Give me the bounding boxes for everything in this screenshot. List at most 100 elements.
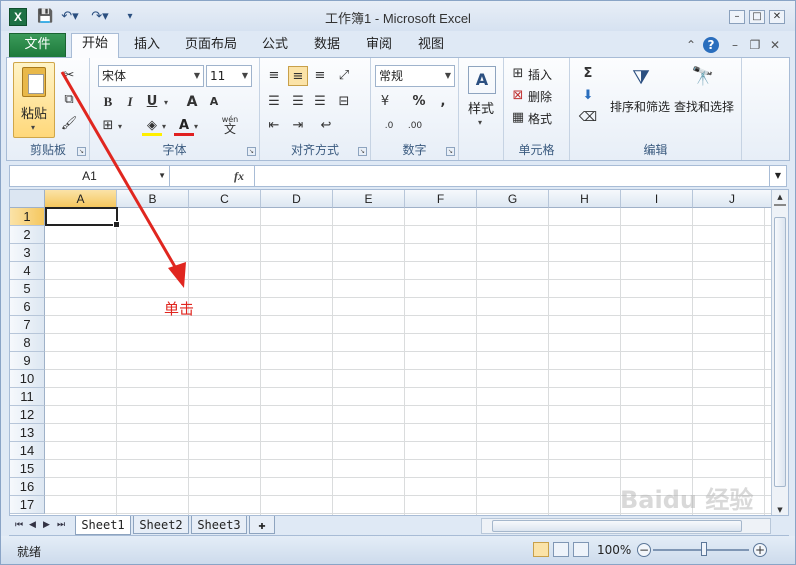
format-cells-icon[interactable]: ▦ — [508, 108, 528, 128]
decrease-decimal-button[interactable]: .00 — [403, 116, 427, 136]
column-header-b[interactable]: B — [117, 190, 189, 208]
clear-icon[interactable]: ⌫ — [578, 108, 598, 128]
active-cell-a1[interactable] — [45, 207, 120, 228]
tab-review[interactable]: 审阅 — [359, 35, 399, 57]
row-header-13[interactable]: 13 — [10, 424, 45, 442]
tab-data[interactable]: 数据 — [307, 35, 347, 57]
row-header-3[interactable]: 3 — [10, 244, 45, 262]
close-button[interactable]: ✕ — [769, 10, 785, 24]
underline-button[interactable]: U — [142, 92, 162, 112]
prev-sheet-icon[interactable]: ◀ — [29, 520, 36, 530]
horizontal-scrollbar[interactable] — [481, 518, 771, 534]
align-right-icon[interactable]: ☰ — [310, 92, 330, 112]
bold-button[interactable]: B — [98, 92, 118, 112]
delete-cells-button[interactable]: 删除 — [528, 88, 552, 105]
workbook-restore-icon[interactable]: ❐ — [747, 37, 763, 53]
currency-icon[interactable]: ¥ — [375, 92, 395, 112]
font-color-dropdown-icon[interactable]: ▾ — [194, 122, 198, 131]
paste-button[interactable]: 粘贴 ▾ — [13, 62, 55, 138]
help-icon[interactable]: ? — [703, 37, 719, 53]
column-header-i[interactable]: I — [621, 190, 693, 208]
insert-function-button[interactable]: fx — [228, 166, 250, 186]
insert-sheet-icon[interactable]: ✚ — [249, 516, 275, 534]
row-header-8[interactable]: 8 — [10, 334, 45, 352]
select-all-button[interactable] — [10, 190, 45, 208]
column-header-c[interactable]: C — [189, 190, 261, 208]
zoom-level[interactable]: 100% — [597, 543, 631, 557]
italic-button[interactable]: I — [120, 92, 140, 112]
column-header-d[interactable]: D — [261, 190, 333, 208]
align-left-icon[interactable]: ☰ — [264, 92, 284, 112]
border-icon[interactable]: ⊞ — [98, 116, 118, 136]
fill-dropdown-icon[interactable]: ▾ — [162, 122, 166, 131]
zoom-in-button[interactable]: + — [753, 543, 767, 557]
zoom-out-button[interactable]: − — [637, 543, 651, 557]
name-box[interactable]: A1 ▼ — [10, 166, 170, 186]
align-top-icon[interactable]: ≡ — [264, 66, 284, 86]
row-header-12[interactable]: 12 — [10, 406, 45, 424]
sort-filter-button[interactable]: 排序和筛选 — [610, 98, 670, 115]
column-header-h[interactable]: H — [549, 190, 621, 208]
fill-color-icon[interactable]: ◈ — [142, 116, 162, 136]
row-header-6[interactable]: 6 — [10, 298, 45, 316]
row-header-1[interactable]: 1 — [10, 208, 45, 226]
sort-filter-icon[interactable]: ⧩ — [626, 62, 656, 92]
column-header-a[interactable]: A — [45, 190, 117, 208]
tab-view[interactable]: 视图 — [411, 35, 451, 57]
scroll-down-icon[interactable]: ▼ — [774, 505, 786, 515]
normal-view-icon[interactable] — [533, 542, 549, 557]
formula-input[interactable] — [254, 166, 768, 186]
decrease-indent-icon[interactable]: ⇤ — [264, 116, 284, 136]
autosum-button[interactable]: Σ — [578, 64, 598, 84]
font-color-button[interactable]: A — [174, 116, 194, 136]
scroll-up-icon[interactable]: ▲ — [774, 192, 786, 202]
fill-icon[interactable]: ⬇ — [578, 86, 598, 106]
tab-insert[interactable]: 插入 — [127, 35, 167, 57]
row-header-7[interactable]: 7 — [10, 316, 45, 334]
font-size-combo[interactable]: 11 ▼ — [206, 65, 252, 87]
clipboard-launcher-icon[interactable]: ↘ — [77, 147, 86, 156]
horizontal-scroll-thumb[interactable] — [492, 520, 742, 532]
find-select-button[interactable]: 查找和选择 — [674, 98, 734, 115]
minimize-ribbon-icon[interactable]: ⌃ — [683, 37, 699, 53]
sheet-tab-3[interactable]: Sheet3 — [191, 516, 247, 534]
row-header-17[interactable]: 17 — [10, 496, 45, 514]
next-sheet-icon[interactable]: ▶ — [43, 520, 50, 530]
row-header-16[interactable]: 16 — [10, 478, 45, 496]
workbook-close-icon[interactable]: ✕ — [767, 37, 783, 53]
tab-page-layout[interactable]: 页面布局 — [179, 35, 243, 57]
cut-icon[interactable]: ✂ — [59, 66, 79, 86]
find-select-icon[interactable]: 🔭 — [688, 62, 718, 92]
maximize-button[interactable]: □ — [749, 10, 765, 24]
vertical-scroll-thumb[interactable] — [774, 217, 786, 487]
underline-dropdown-icon[interactable]: ▾ — [164, 98, 168, 107]
wrap-text-icon[interactable]: ↩ — [316, 116, 336, 136]
align-middle-icon[interactable]: ≡ — [288, 66, 308, 86]
increase-indent-icon[interactable]: ⇥ — [288, 116, 308, 136]
tab-home[interactable]: 开始 — [71, 33, 119, 58]
phonetic-button[interactable]: wén 文 — [216, 115, 244, 136]
last-sheet-icon[interactable]: ⏭ — [57, 520, 65, 530]
percent-button[interactable]: % — [409, 92, 429, 112]
insert-cells-icon[interactable]: ⊞ — [508, 64, 528, 84]
column-header-f[interactable]: F — [405, 190, 477, 208]
align-center-icon[interactable]: ☰ — [288, 92, 308, 112]
vertical-scrollbar[interactable]: ▲ ▼ — [771, 190, 788, 515]
row-header-4[interactable]: 4 — [10, 262, 45, 280]
workbook-minimize-icon[interactable]: – — [727, 37, 743, 53]
row-header-9[interactable]: 9 — [10, 352, 45, 370]
expand-formula-icon[interactable]: ▼ — [769, 166, 786, 186]
sheet-tab-1[interactable]: Sheet1 — [75, 516, 131, 535]
tab-file[interactable]: 文件 — [9, 33, 66, 57]
border-dropdown-icon[interactable]: ▾ — [118, 122, 122, 131]
number-format-combo[interactable]: 常规 ▼ — [375, 65, 455, 87]
font-name-combo[interactable]: 宋体 ▼ — [98, 65, 204, 87]
align-bottom-icon[interactable]: ≡ — [310, 66, 330, 86]
column-header-j[interactable]: J — [693, 190, 772, 208]
format-painter-icon[interactable]: 🖌 — [59, 114, 79, 134]
shrink-font-button[interactable]: A — [204, 92, 224, 112]
styles-button[interactable]: 样式 — [459, 98, 503, 117]
insert-cells-button[interactable]: 插入 — [528, 66, 552, 83]
merge-center-icon[interactable]: ⊟ — [334, 92, 354, 112]
grow-font-button[interactable]: A — [182, 92, 202, 112]
